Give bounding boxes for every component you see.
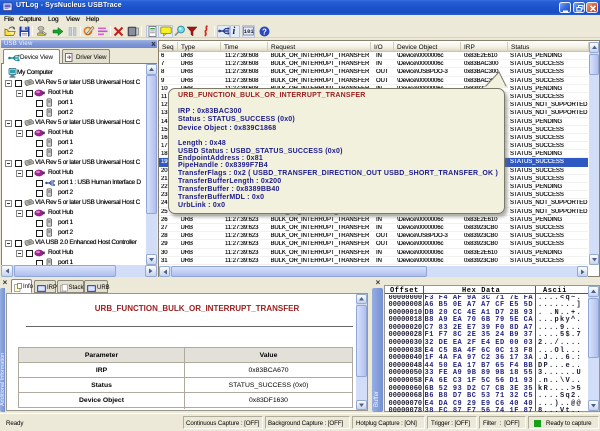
svg-text:?: ?	[262, 28, 267, 37]
svg-text:101: 101	[244, 28, 254, 35]
